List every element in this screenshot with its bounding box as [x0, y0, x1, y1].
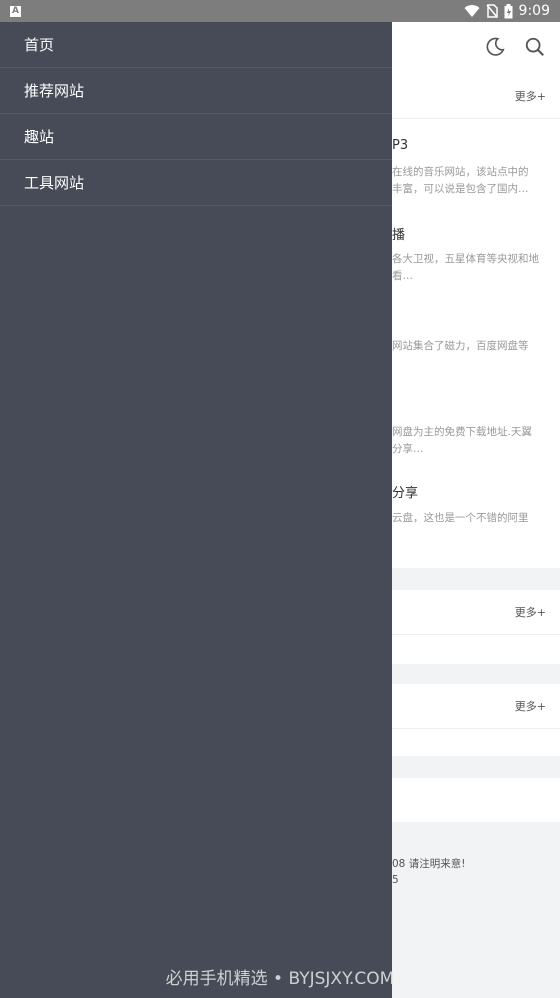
item-desc: 在线的音乐网站，该站点中的 — [392, 166, 529, 178]
item-desc: 丰富，可以说是包含了国内… — [392, 183, 529, 195]
nav-item-home[interactable]: 首页 — [0, 22, 392, 68]
more-link[interactable]: 更多+ — [515, 604, 546, 620]
app-notification-icon: A — [10, 5, 21, 17]
no-sim-icon — [485, 4, 498, 18]
footer-text: 08 请注明来意! — [392, 858, 466, 870]
item-title[interactable]: P3 — [392, 138, 408, 153]
nav-item-label: 推荐网站 — [24, 82, 85, 100]
status-bar: A 9:09 — [0, 0, 560, 22]
search-icon[interactable] — [524, 36, 546, 58]
nav-item-label: 首页 — [24, 36, 55, 54]
item-title[interactable]: 分享 — [392, 482, 418, 501]
nav-item-tool-sites[interactable]: 工具网站 — [0, 160, 392, 206]
nav-item-label: 工具网站 — [24, 174, 85, 192]
battery-icon — [504, 3, 513, 18]
item-desc: 分享… — [392, 443, 424, 455]
item-title[interactable]: 播 — [392, 224, 405, 243]
footer-text: 5 — [392, 874, 399, 886]
wifi-icon — [464, 5, 480, 18]
item-desc: 网站集合了磁力，百度网盘等 — [392, 340, 529, 352]
navigation-drawer: 首页 推荐网站 趣站 工具网站 — [0, 22, 392, 998]
dark-mode-moon-icon[interactable] — [484, 36, 506, 58]
nav-item-fun-sites[interactable]: 趣站 — [0, 114, 392, 160]
more-link[interactable]: 更多+ — [515, 88, 546, 104]
status-time: 9:09 — [518, 3, 550, 19]
item-desc: 网盘为主的免费下载地址.天翼 — [392, 426, 532, 438]
item-desc: 云盘，这也是一个不错的阿里 — [392, 512, 529, 524]
watermark: 必用手机精选 • BYJSJXY.COM — [165, 969, 395, 989]
item-desc: 各大卫视，五星体育等央视和地 — [392, 253, 539, 265]
nav-item-recommended-sites[interactable]: 推荐网站 — [0, 68, 392, 114]
more-link[interactable]: 更多+ — [515, 698, 546, 714]
nav-item-label: 趣站 — [24, 128, 55, 146]
item-desc: 看… — [392, 270, 413, 282]
